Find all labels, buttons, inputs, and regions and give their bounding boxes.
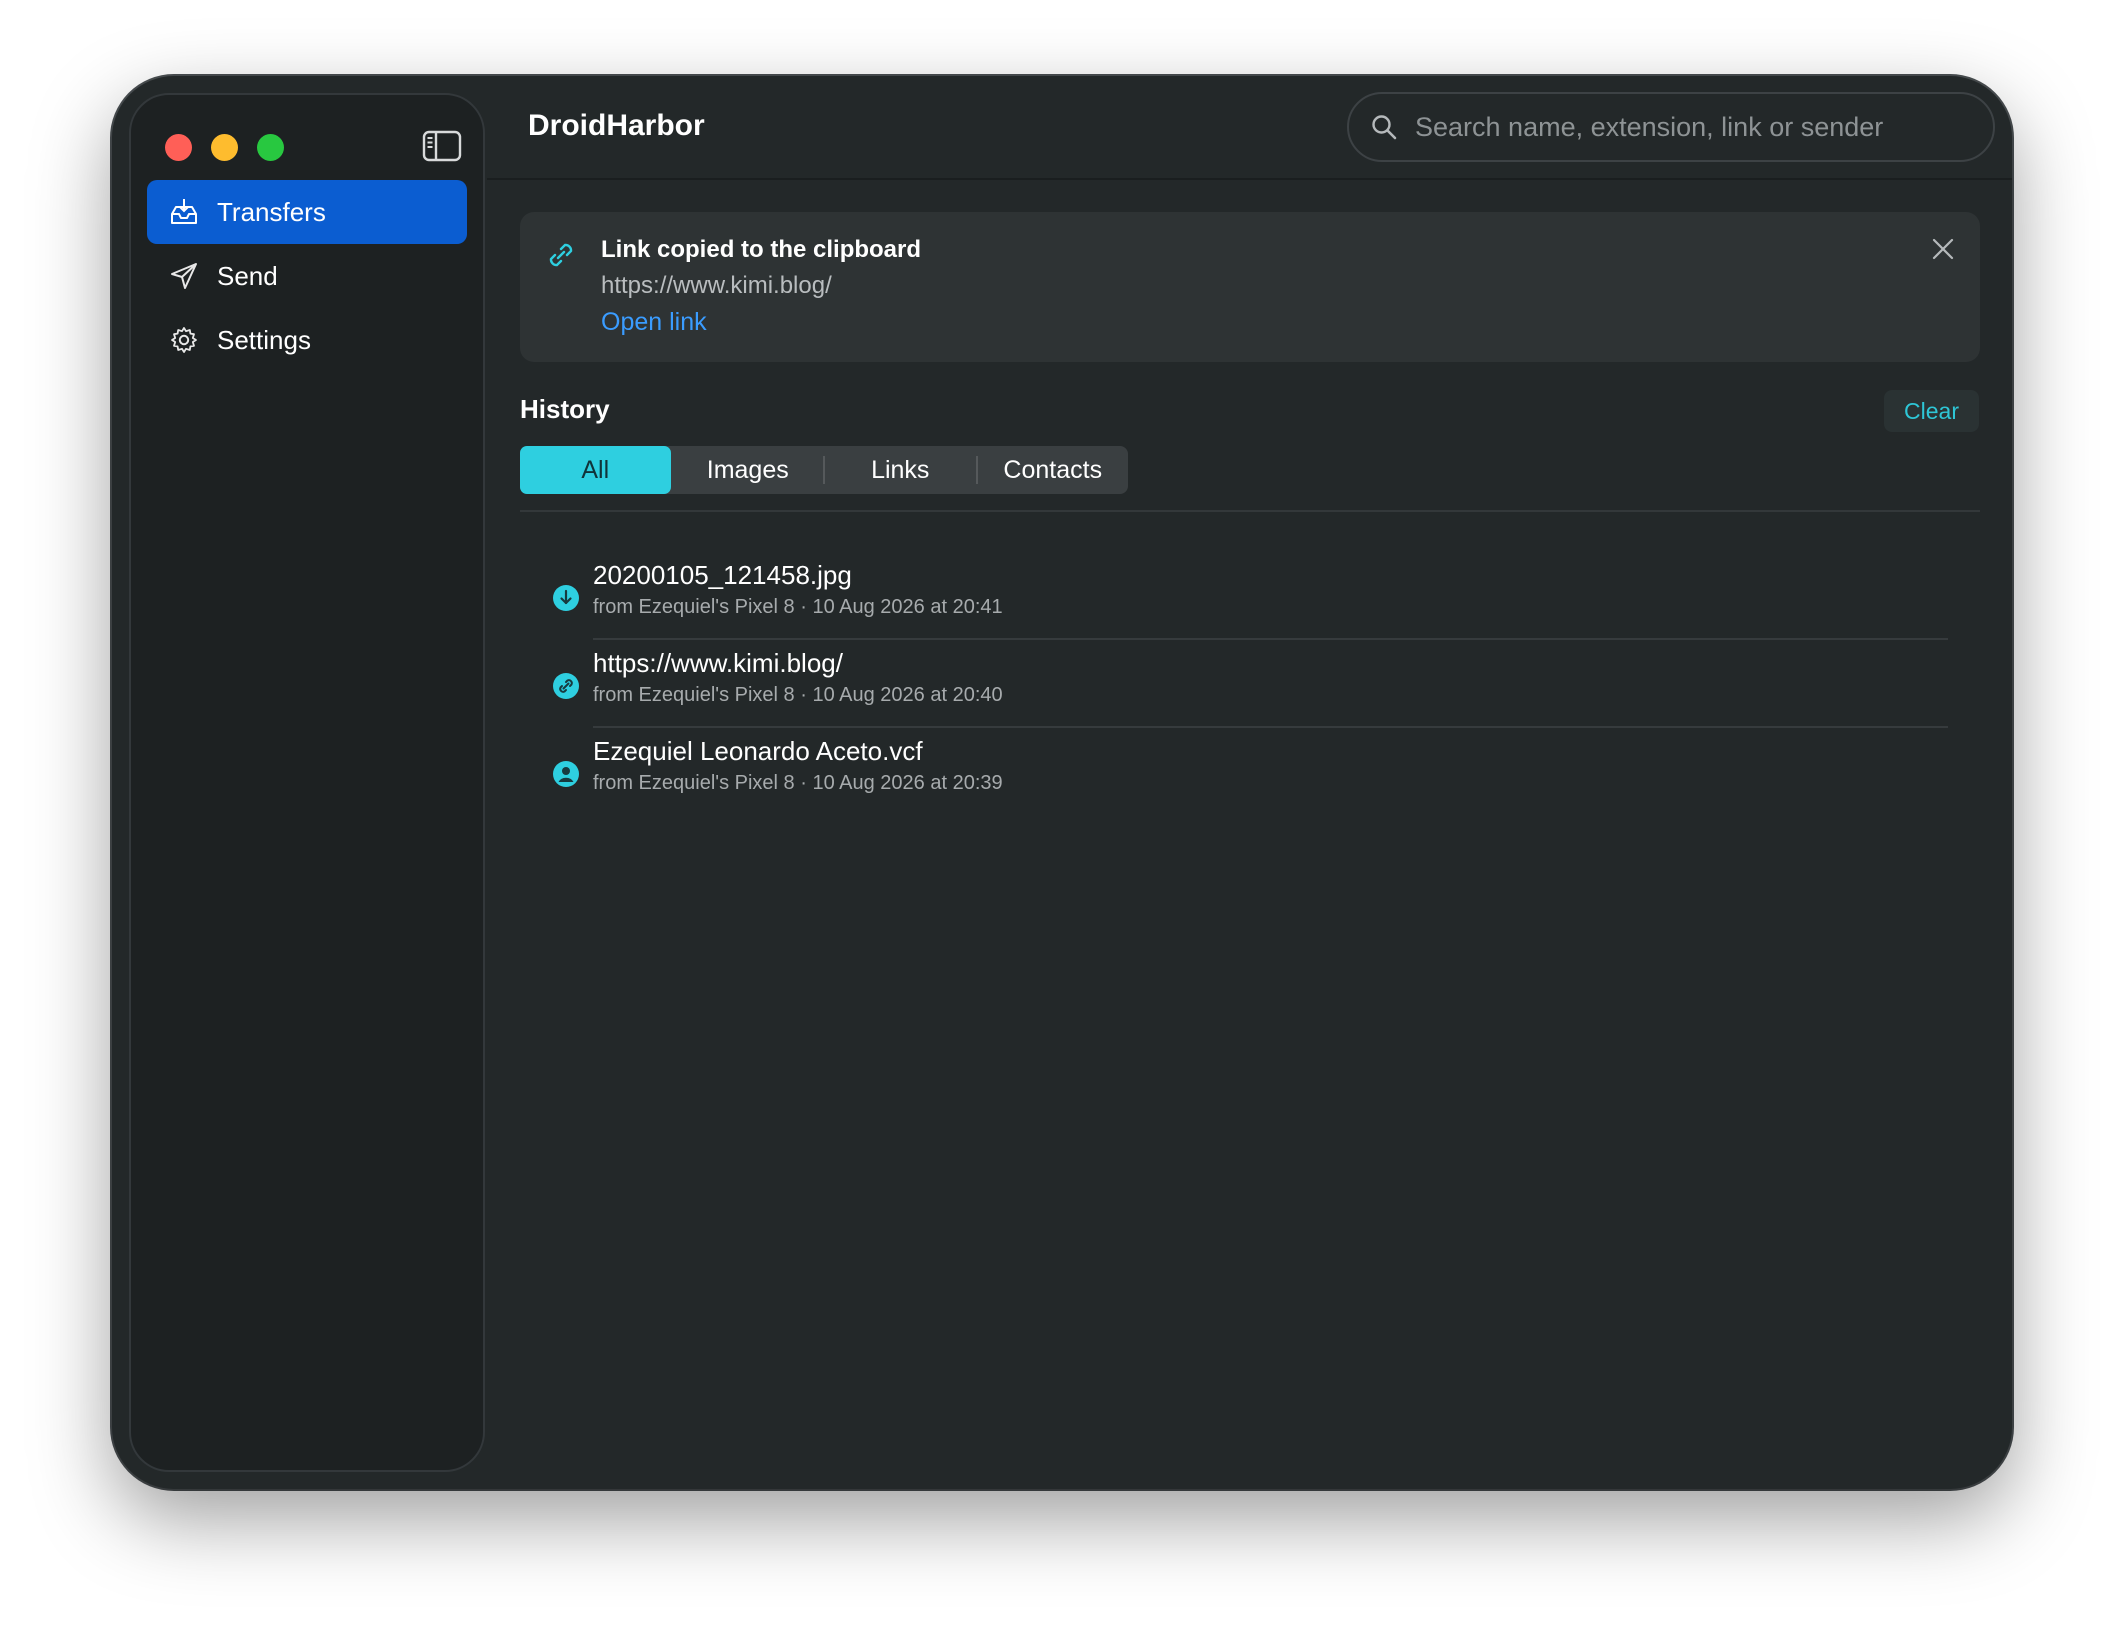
clipboard-notification: Link copied to the clipboard https://www…	[520, 212, 1980, 362]
filter-images[interactable]: Images	[673, 446, 824, 494]
paper-plane-icon	[169, 261, 199, 291]
link-circle-icon	[553, 673, 579, 699]
window-close-button[interactable]	[165, 134, 192, 161]
sidebar-item-label: Settings	[217, 324, 311, 355]
history-item-meta: from Ezequiel's Pixel 8 · 10 Aug 2026 at…	[593, 684, 1003, 706]
sidebar-item-settings[interactable]: Settings	[147, 308, 467, 372]
search-field[interactable]	[1347, 92, 1995, 162]
main-content: DroidHarbor Link copied to the clipboard…	[487, 76, 2012, 1489]
sidebar-item-transfers[interactable]: Transfers	[147, 180, 467, 244]
window-zoom-button[interactable]	[257, 134, 284, 161]
history-item[interactable]: https://www.kimi.blog/ from Ezequiel's P…	[552, 640, 1948, 728]
divider	[520, 510, 1980, 512]
history-item-name: https://www.kimi.blog/	[593, 648, 843, 678]
history-heading: History	[520, 394, 610, 424]
page-title: DroidHarbor	[528, 109, 705, 142]
sidebar-nav: Transfers Send Settings	[147, 180, 467, 372]
history-item-meta: from Ezequiel's Pixel 8 · 10 Aug 2026 at…	[593, 596, 1003, 618]
inbox-tray-icon	[169, 197, 199, 227]
filter-contacts[interactable]: Contacts	[978, 446, 1129, 494]
history-item[interactable]: 20200105_121458.jpg from Ezequiel's Pixe…	[552, 552, 1948, 640]
history-item-name: 20200105_121458.jpg	[593, 560, 852, 590]
clear-history-button[interactable]: Clear	[1884, 390, 1979, 432]
history-item-meta: from Ezequiel's Pixel 8 · 10 Aug 2026 at…	[593, 772, 1003, 794]
sidebar-item-send[interactable]: Send	[147, 244, 467, 308]
sidebar: Transfers Send Settings	[129, 93, 485, 1472]
sidebar-item-label: Transfers	[217, 196, 326, 227]
open-link-button[interactable]: Open link	[601, 308, 707, 337]
history-list: 20200105_121458.jpg from Ezequiel's Pixe…	[552, 552, 1948, 816]
contact-circle-icon	[553, 761, 579, 787]
app-window: Transfers Send Settings DroidHarbor Sear…	[112, 76, 2012, 1489]
history-item-name: Ezequiel Leonardo Aceto.vcf	[593, 736, 923, 766]
filter-links[interactable]: Links	[825, 446, 976, 494]
sidebar-item-label: Send	[217, 260, 278, 291]
history-filter-segmented-control: All Images Links Contacts	[520, 446, 1128, 494]
history-item[interactable]: Ezequiel Leonardo Aceto.vcf from Ezequie…	[552, 728, 1948, 816]
close-icon[interactable]	[1930, 236, 1956, 262]
filter-all[interactable]: All	[520, 446, 671, 494]
download-circle-icon	[553, 585, 579, 611]
notification-url: https://www.kimi.blog/	[601, 272, 832, 299]
toolbar: DroidHarbor	[487, 76, 2012, 180]
search-icon	[1372, 115, 1397, 140]
sidebar-toggle-icon[interactable]	[422, 130, 462, 162]
window-minimize-button[interactable]	[211, 134, 238, 161]
link-icon	[549, 243, 573, 267]
gear-icon	[169, 325, 199, 355]
notification-title: Link copied to the clipboard	[601, 236, 922, 263]
search-input[interactable]	[1413, 110, 1957, 144]
